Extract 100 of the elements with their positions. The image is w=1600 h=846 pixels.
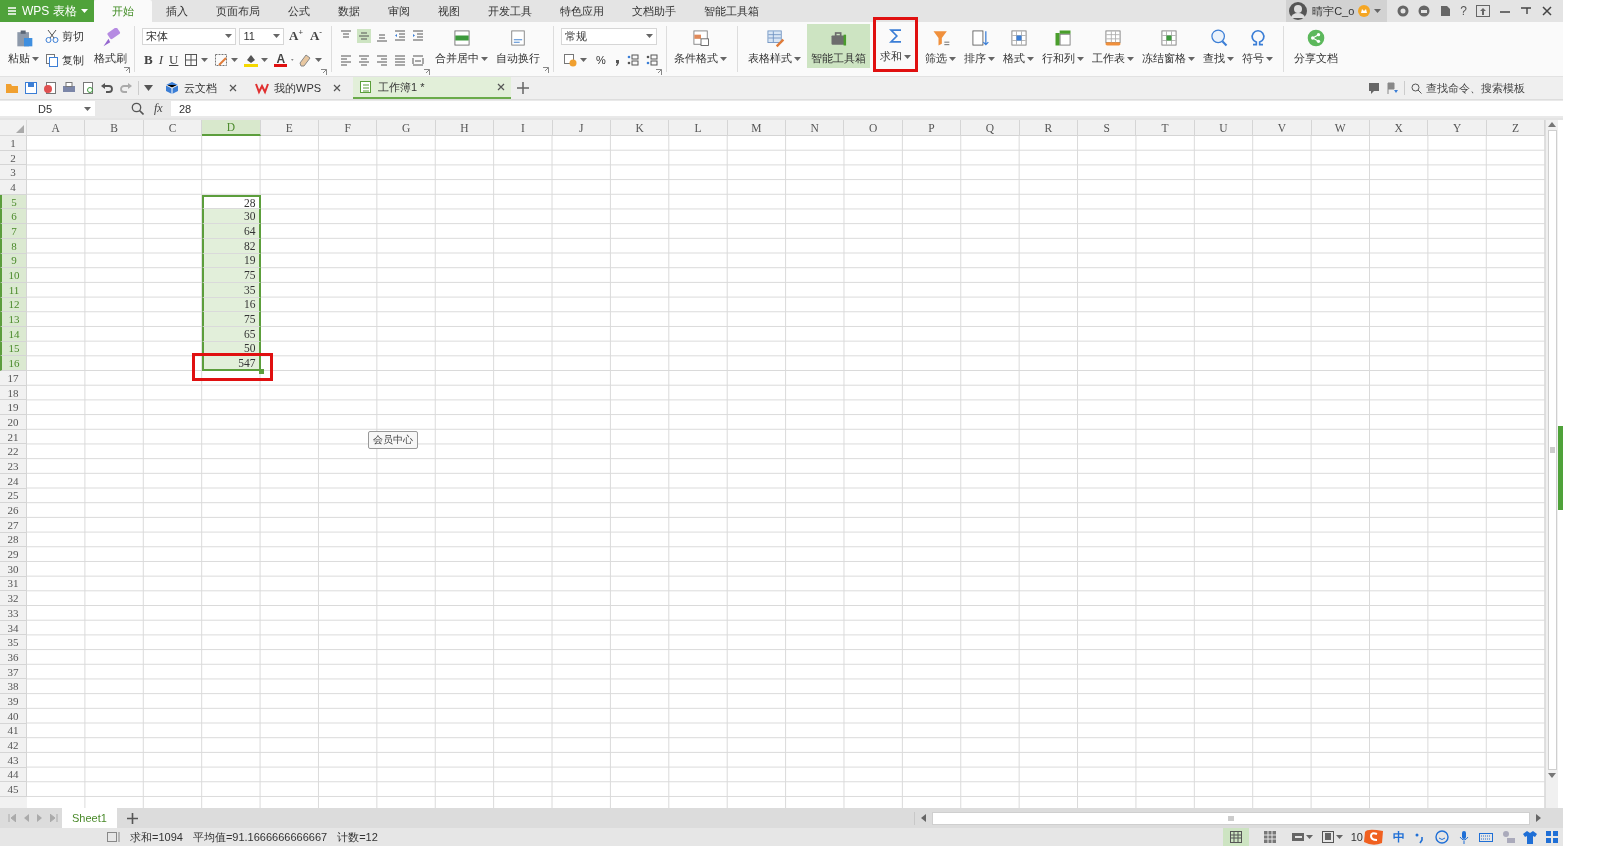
- sum-button[interactable]: 求和: [876, 22, 915, 66]
- menu-tab[interactable]: 页面布局: [201, 0, 274, 22]
- row-header[interactable]: 38: [0, 679, 27, 695]
- row-header[interactable]: 45: [0, 782, 27, 797]
- column-header[interactable]: V: [1253, 120, 1312, 136]
- dialog-launcher-icon[interactable]: [424, 69, 430, 75]
- font-size-dropdown[interactable]: 11: [239, 27, 284, 45]
- dialog-launcher-icon[interactable]: [543, 67, 549, 73]
- column-header[interactable]: N: [786, 120, 845, 136]
- table-cell[interactable]: 28: [202, 194, 261, 210]
- zoom-icon[interactable]: [131, 102, 144, 115]
- format-painter-button[interactable]: 格式刷: [90, 24, 131, 68]
- wrap-text-button[interactable]: 自动换行: [492, 24, 544, 68]
- print-icon[interactable]: [62, 81, 76, 95]
- close-icon[interactable]: [333, 84, 342, 92]
- table-cell[interactable]: 75: [202, 268, 261, 283]
- close-icon[interactable]: [229, 84, 237, 92]
- row-header[interactable]: 36: [0, 650, 27, 665]
- add-sheet-icon[interactable]: [126, 812, 138, 824]
- merge-center-button[interactable]: 合并居中: [431, 24, 492, 68]
- share-button[interactable]: 分享文档: [1290, 24, 1342, 68]
- save-icon[interactable]: [24, 81, 38, 95]
- column-header[interactable]: W: [1311, 120, 1370, 136]
- row-header[interactable]: 33: [0, 606, 27, 621]
- column-header[interactable]: F: [318, 120, 378, 136]
- row-header[interactable]: 23: [0, 459, 27, 474]
- decrease-indent-icon[interactable]: [393, 29, 407, 43]
- column-header[interactable]: E: [260, 120, 319, 136]
- font-size-step-button[interactable]: A$^{-}$: [307, 27, 324, 45]
- align-middle-icon[interactable]: [357, 29, 371, 43]
- scroll-down-icon[interactable]: [1548, 773, 1557, 778]
- cut-button[interactable]: 剪切: [43, 28, 86, 44]
- row-header[interactable]: 42: [0, 738, 27, 753]
- row-header[interactable]: 26: [0, 503, 27, 518]
- flag-icon[interactable]: [1386, 82, 1398, 94]
- table-cell[interactable]: 64: [202, 224, 261, 239]
- row-header[interactable]: 7: [0, 224, 27, 239]
- filter-button[interactable]: 筛选: [921, 24, 960, 68]
- conditional-format-button[interactable]: 条件格式: [670, 24, 731, 68]
- distributed-icon[interactable]: [411, 53, 425, 67]
- fill-color-button[interactable]: [242, 53, 271, 67]
- avatar-icon[interactable]: [1288, 1, 1309, 21]
- find-button[interactable]: 查找: [1199, 24, 1238, 68]
- row-header[interactable]: 17: [0, 371, 27, 386]
- column-header[interactable]: J: [552, 120, 611, 136]
- maximize-icon[interactable]: [1520, 5, 1532, 17]
- column-header[interactable]: I: [494, 120, 553, 136]
- document-tab[interactable]: 工作簿1 *: [353, 77, 512, 99]
- underline-button[interactable]: U: [167, 52, 181, 68]
- row-header[interactable]: 32: [0, 591, 27, 606]
- row-header[interactable]: 16: [0, 356, 27, 371]
- export-icon[interactable]: [43, 81, 57, 95]
- column-header[interactable]: Q: [961, 120, 1020, 136]
- cell-style-button[interactable]: [212, 53, 241, 67]
- column-header[interactable]: S: [1078, 120, 1137, 136]
- redo-icon[interactable]: [119, 81, 133, 95]
- table-cell[interactable]: 547: [202, 356, 261, 371]
- menu-tab[interactable]: 审阅: [373, 0, 424, 22]
- customize-caret-icon[interactable]: [144, 85, 153, 91]
- justify-icon[interactable]: [393, 53, 407, 67]
- column-header[interactable]: O: [844, 120, 903, 136]
- scroll-thumb[interactable]: [1547, 130, 1557, 770]
- close-icon[interactable]: [497, 83, 506, 91]
- menu-tab[interactable]: 数据: [323, 0, 374, 22]
- column-header[interactable]: G: [377, 120, 436, 136]
- view-button[interactable]: [1222, 828, 1249, 846]
- column-header[interactable]: B: [85, 120, 144, 136]
- macro-icon[interactable]: [106, 831, 120, 843]
- bold-button[interactable]: B: [142, 52, 155, 68]
- pin-top-icon[interactable]: [1476, 5, 1490, 17]
- row-header[interactable]: 35: [0, 635, 27, 651]
- horizontal-scrollbar[interactable]: [932, 811, 1530, 825]
- currency-button[interactable]: [561, 53, 589, 67]
- font-size-step-button[interactable]: A$^{+}$: [287, 27, 305, 45]
- command-search-field[interactable]: 查找命令、搜索模板: [1411, 80, 1525, 96]
- row-header[interactable]: 13: [0, 312, 27, 327]
- table-style-button[interactable]: 表格样式: [744, 24, 805, 68]
- menu-tab[interactable]: 开始: [93, 0, 152, 22]
- column-header[interactable]: X: [1370, 120, 1429, 136]
- help-button[interactable]: ?: [1460, 4, 1467, 18]
- table-cell[interactable]: 75: [202, 312, 261, 327]
- paste-button[interactable]: 粘贴: [4, 24, 43, 68]
- increase-indent-icon[interactable]: [411, 29, 425, 43]
- menu-tab[interactable]: 特色应用: [545, 0, 618, 22]
- font-color-button[interactable]: A: [272, 53, 290, 67]
- menu-tab[interactable]: 插入: [151, 0, 202, 22]
- side-panel-handle[interactable]: [1558, 426, 1563, 510]
- document-tab[interactable]: 我的WPS: [249, 77, 348, 99]
- column-header[interactable]: T: [1136, 120, 1195, 136]
- insert-function-button[interactable]: fx: [154, 101, 163, 116]
- skin-icon[interactable]: [1397, 5, 1410, 17]
- italic-button[interactable]: I: [156, 52, 165, 68]
- row-header[interactable]: 6: [0, 209, 27, 225]
- scroll-left-icon[interactable]: [921, 814, 926, 822]
- symbol-button[interactable]: 符号: [1238, 24, 1277, 68]
- cell-format-button[interactable]: 格式: [999, 24, 1038, 68]
- row-header[interactable]: 10: [0, 268, 27, 283]
- column-header[interactable]: H: [435, 120, 495, 136]
- menu-tab[interactable]: 公式: [273, 0, 324, 22]
- number-format-dropdown[interactable]: 常规: [561, 27, 657, 45]
